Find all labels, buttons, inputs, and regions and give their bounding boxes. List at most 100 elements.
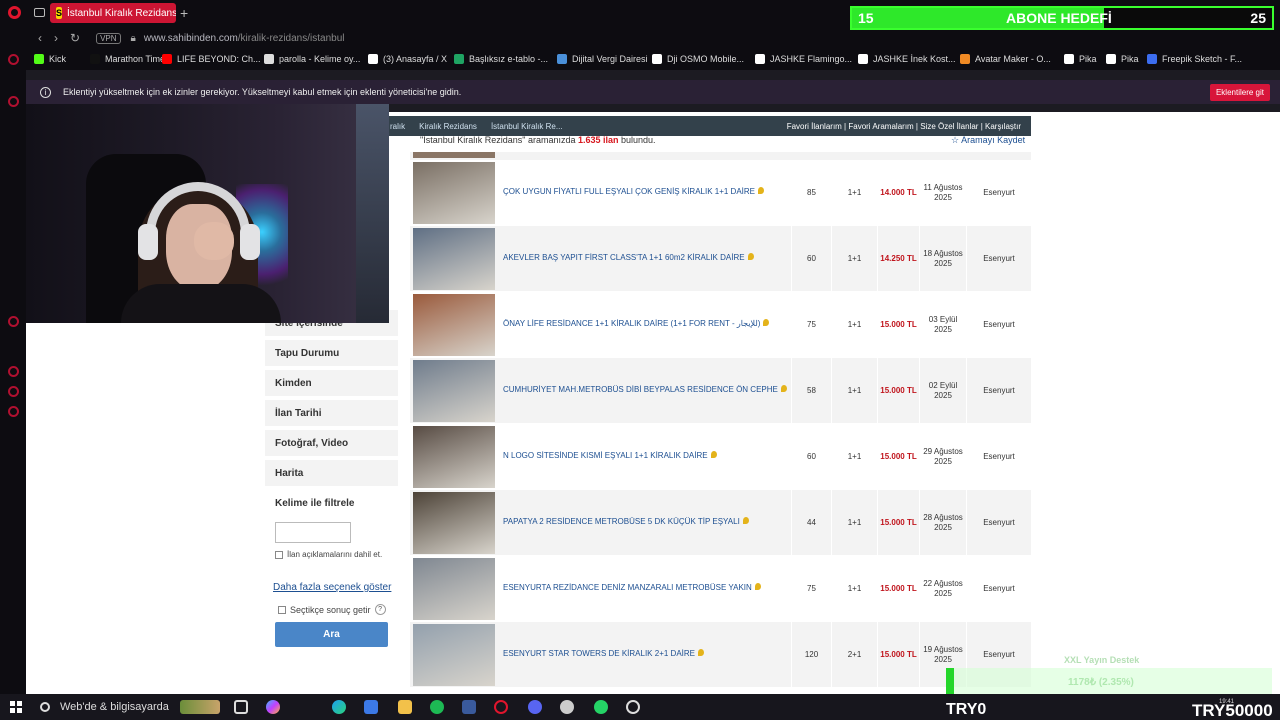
sidebar-music-icon[interactable] (8, 316, 19, 327)
bookmark-item[interactable]: JASHKE Flamingo... (755, 54, 852, 64)
bookmark-favicon-icon (264, 54, 274, 64)
search-button[interactable]: Ara (275, 622, 388, 647)
bookmark-item[interactable]: Kick (34, 54, 66, 64)
select-results-checkbox[interactable]: Seçtikçe sonuç getir? (278, 604, 386, 615)
listing-row[interactable]: ESENYURTA REZİDANCE DENİZ MANZARALI METR… (410, 556, 1031, 622)
listing-thumbnail[interactable] (413, 360, 495, 422)
tab-overview-icon[interactable] (34, 8, 45, 17)
listing-title[interactable]: AKEVLER BAŞ YAPIT FİRST CLASS'TA 1+1 60m… (503, 253, 754, 262)
listing-row-partial[interactable] (410, 152, 1031, 160)
whatsapp-icon[interactable] (594, 700, 608, 714)
listing-date: 02 Eylül 2025 (919, 358, 966, 424)
tab-title: İstanbul Kiralık Rezidans F (67, 7, 176, 19)
filter-date[interactable]: İlan Tarihi (265, 400, 398, 428)
filter-from[interactable]: Kimden (265, 370, 398, 398)
bookmark-item[interactable]: JASHKE İnek Kost... (858, 54, 956, 64)
opera-taskbar-icon[interactable] (494, 700, 508, 714)
url-field[interactable]: www.sahibinden.com/kiralik-rezidans/ista… (144, 33, 345, 44)
listing-thumbnail[interactable] (413, 426, 495, 488)
sidebar-messenger-icon[interactable] (8, 96, 19, 107)
listing-rooms: 1+1 (831, 490, 877, 556)
include-description-checkbox[interactable]: İlan açıklamalarını dahil et. (275, 550, 382, 559)
listing-title[interactable]: ÇOK UYGUN FİYATLI FULL EŞYALI ÇOK GENİŞ … (503, 187, 764, 196)
sidebar-history-icon[interactable] (8, 366, 19, 377)
app-icon[interactable] (462, 700, 476, 714)
bookmark-item[interactable]: Pika (1064, 54, 1097, 64)
save-search-link[interactable]: ☆ Aramayı Kaydet (951, 135, 1025, 146)
task-view-icon[interactable] (234, 700, 248, 714)
discord-icon[interactable] (528, 700, 542, 714)
listing-date: 03 Eylül 2025 (919, 292, 966, 358)
filter-deed[interactable]: Tapu Durumu (265, 340, 398, 368)
new-tab-button[interactable]: + (180, 5, 188, 21)
keyword-input[interactable] (275, 522, 351, 543)
bookmark-item[interactable]: parolla - Kelime oy... (264, 54, 360, 64)
url-path: /kiralik-rezidans/istanbul (237, 32, 345, 44)
listing-row[interactable]: ÇOK UYGUN FİYATLI FULL EŞYALI ÇOK GENİŞ … (410, 160, 1031, 226)
listing-thumbnail[interactable] (413, 152, 495, 158)
file-explorer-icon[interactable] (398, 700, 412, 714)
search-icon (40, 702, 50, 712)
listing-title[interactable]: ÖNAY LİFE RESİDANCE 1+1 KİRALIK DAİRE (1… (503, 319, 770, 328)
listing-location: Esenyurt (966, 358, 1031, 424)
tab-active[interactable]: S İstanbul Kiralık Rezidans F (50, 3, 176, 23)
forward-icon[interactable]: › (54, 31, 58, 45)
listing-row[interactable]: ESENYURT STAR TOWERS DE KİRALIK 2+1 DAİR… (410, 622, 1031, 688)
listing-thumbnail[interactable] (413, 228, 495, 290)
save-search-label: Aramayı Kaydet (961, 135, 1026, 145)
reload-icon[interactable]: ↻ (70, 31, 80, 45)
bookmark-label: Kick (49, 54, 67, 64)
bookmark-item[interactable]: Başlıksız e-tablo -... (454, 54, 548, 64)
bookmark-item[interactable]: Marathon Timer (90, 54, 168, 64)
listing-row[interactable]: CUMHURİYET MAH.METROBÜS DİBİ BEYPALAS RE… (410, 358, 1031, 424)
bookmark-item[interactable]: Avatar Maker - O... (960, 54, 1051, 64)
listing-row[interactable]: N LOGO SİTESİNDE KISMİ EŞYALI 1+1 KİRALI… (410, 424, 1031, 490)
bookmark-item[interactable]: Pika (1106, 54, 1139, 64)
bookmark-item[interactable]: Dijital Vergi Dairesi (557, 54, 648, 64)
bird-widget-icon[interactable] (180, 700, 220, 714)
vpn-badge[interactable]: VPN (96, 32, 121, 44)
copilot-icon[interactable] (266, 700, 280, 714)
listing-title[interactable]: ESENYURTA REZİDANCE DENİZ MANZARALI METR… (503, 583, 761, 592)
sidebar-extensions-icon[interactable] (8, 386, 19, 397)
listing-title[interactable]: N LOGO SİTESİNDE KISMİ EŞYALI 1+1 KİRALI… (503, 451, 717, 460)
store-icon[interactable] (364, 700, 378, 714)
go-to-extensions-button[interactable]: Eklentilere git (1209, 84, 1270, 101)
listing-row[interactable]: ÖNAY LİFE RESİDANCE 1+1 KİRALIK DAİRE (1… (410, 292, 1031, 358)
listing-row[interactable]: AKEVLER BAŞ YAPIT FİRST CLASS'TA 1+1 60m… (410, 226, 1031, 292)
back-icon[interactable]: ‹ (38, 31, 42, 45)
breadcrumb-item[interactable]: İstanbul Kiralık Re... (491, 122, 563, 131)
breadcrumb-item[interactable]: Kiralık Rezidans (419, 122, 477, 131)
filter-photo-video[interactable]: Fotoğraf, Video (265, 430, 398, 458)
listing-thumbnail[interactable] (413, 162, 495, 224)
bookmark-label: (3) Anasayfa / X (383, 54, 448, 64)
listing-thumbnail[interactable] (413, 624, 495, 686)
listing-title[interactable]: CUMHURİYET MAH.METROBÜS DİBİ BEYPALAS RE… (503, 385, 787, 394)
sidebar-settings-icon[interactable] (8, 406, 19, 417)
spotify-icon[interactable] (430, 700, 444, 714)
lock-icon[interactable]: 🔒︎ (131, 33, 136, 44)
bookmark-item[interactable]: Dji OSMO Mobile... (652, 54, 744, 64)
listing-title[interactable]: PAPATYA 2 RESİDENCE METROBÜSE 5 DK KÜÇÜK… (503, 517, 749, 526)
bookmark-item[interactable]: Freepik Sketch - F... (1147, 54, 1242, 64)
listing-title[interactable]: ESENYURT STAR TOWERS DE KİRALIK 2+1 DAİR… (503, 649, 704, 658)
help-icon[interactable]: ? (374, 604, 386, 615)
listing-title-text: PAPATYA 2 RESİDENCE METROBÜSE 5 DK KÜÇÜK… (503, 517, 740, 526)
listing-row[interactable]: PAPATYA 2 RESİDENCE METROBÜSE 5 DK KÜÇÜK… (410, 490, 1031, 556)
breadcrumb-item[interactable]: ralık (390, 122, 405, 131)
opera-logo-icon[interactable] (8, 6, 21, 19)
listing-thumbnail[interactable] (413, 294, 495, 356)
more-options-link[interactable]: Daha fazla seçenek göster (273, 582, 391, 593)
windows-start-icon[interactable] (10, 701, 22, 713)
filter-map[interactable]: Harita (265, 460, 398, 488)
listing-rooms: 1+1 (831, 292, 877, 358)
bookmark-item[interactable]: (3) Anasayfa / X (368, 54, 447, 64)
edge-icon[interactable] (332, 700, 346, 714)
account-links[interactable]: Favori İlanlarım | Favori Aramalarım | S… (787, 122, 1021, 131)
listing-thumbnail[interactable] (413, 492, 495, 554)
obs-icon[interactable] (626, 700, 640, 714)
listing-thumbnail[interactable] (413, 558, 495, 620)
bookmark-item[interactable]: LIFE BEYOND: Ch... (162, 54, 261, 64)
app-icon-2[interactable] (560, 700, 574, 714)
sidebar-ai-icon[interactable] (8, 54, 19, 65)
